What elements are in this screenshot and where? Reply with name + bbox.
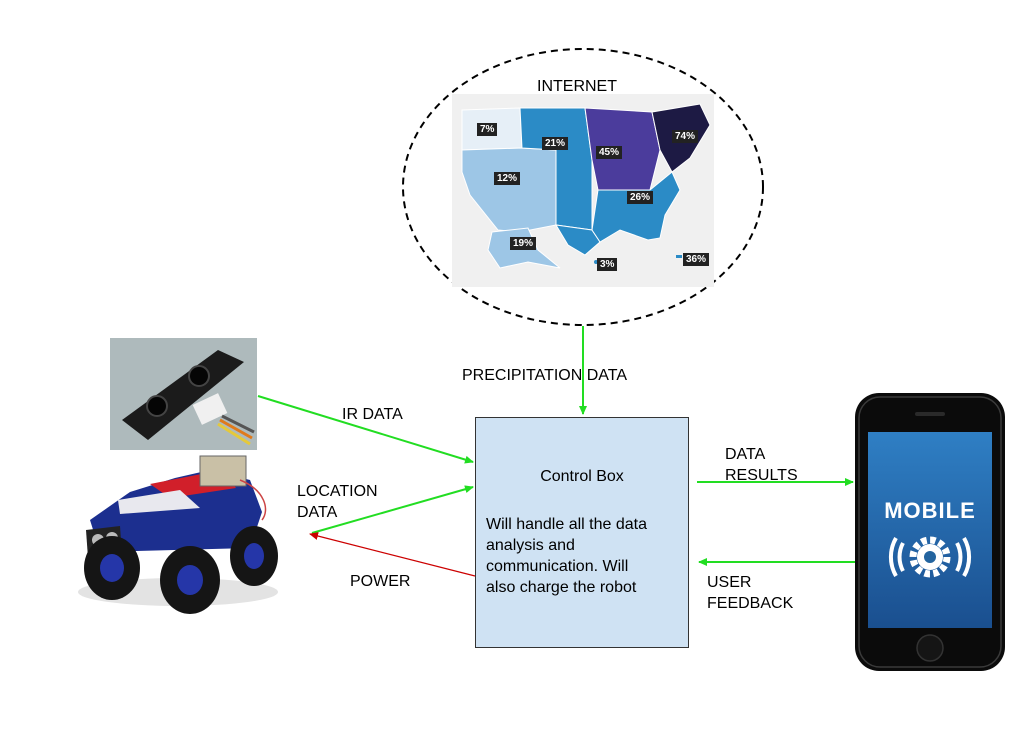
internet-label: INTERNET	[537, 78, 617, 95]
location-data-line-2: DATA	[297, 504, 338, 521]
map-label: 7%	[477, 123, 498, 136]
data-results-line-2: RESULTS	[725, 467, 798, 484]
control-box-description: Will handle all the data analysis and co…	[486, 514, 684, 598]
power-label: POWER	[350, 573, 411, 590]
control-box-title: Control Box	[540, 468, 624, 485]
map-label: 19%	[510, 237, 537, 250]
map-label: 36%	[683, 253, 710, 266]
power-arrow	[309, 532, 476, 577]
mobile-label: MOBILE	[884, 498, 976, 523]
ir-data-label: IR DATA	[342, 406, 403, 423]
map-label: 45%	[596, 146, 623, 159]
control-box-desc-line-1: Will handle all the data	[486, 516, 647, 533]
mobile-phone-image	[855, 393, 1005, 671]
location-data-label: LOCATION DATA	[297, 481, 378, 523]
data-results-label: DATA RESULTS	[725, 444, 798, 486]
map-label: 74%	[672, 130, 699, 143]
map-label: 26%	[627, 191, 654, 204]
data-results-line-1: DATA	[725, 446, 766, 463]
user-feedback-label: USER FEEDBACK	[707, 572, 793, 614]
map-label: 12%	[494, 172, 521, 185]
precipitation-data-label: PRECIPITATION DATA	[462, 367, 628, 384]
map-label: 3%	[597, 258, 618, 271]
user-feedback-line-2: FEEDBACK	[707, 595, 794, 612]
control-box-desc-line-3: communication. Will	[486, 558, 629, 575]
robot-car-image	[78, 455, 278, 614]
location-data-line-1: LOCATION	[297, 483, 378, 500]
map-label: 21%	[542, 137, 569, 150]
control-box-desc-line-4: also charge the robot	[486, 579, 637, 596]
control-box: Control Box Will handle all the data ana…	[475, 417, 689, 648]
ir-sensor-image	[110, 338, 257, 450]
control-box-desc-line-2: analysis and	[486, 537, 575, 554]
user-feedback-line-1: USER	[707, 574, 752, 591]
